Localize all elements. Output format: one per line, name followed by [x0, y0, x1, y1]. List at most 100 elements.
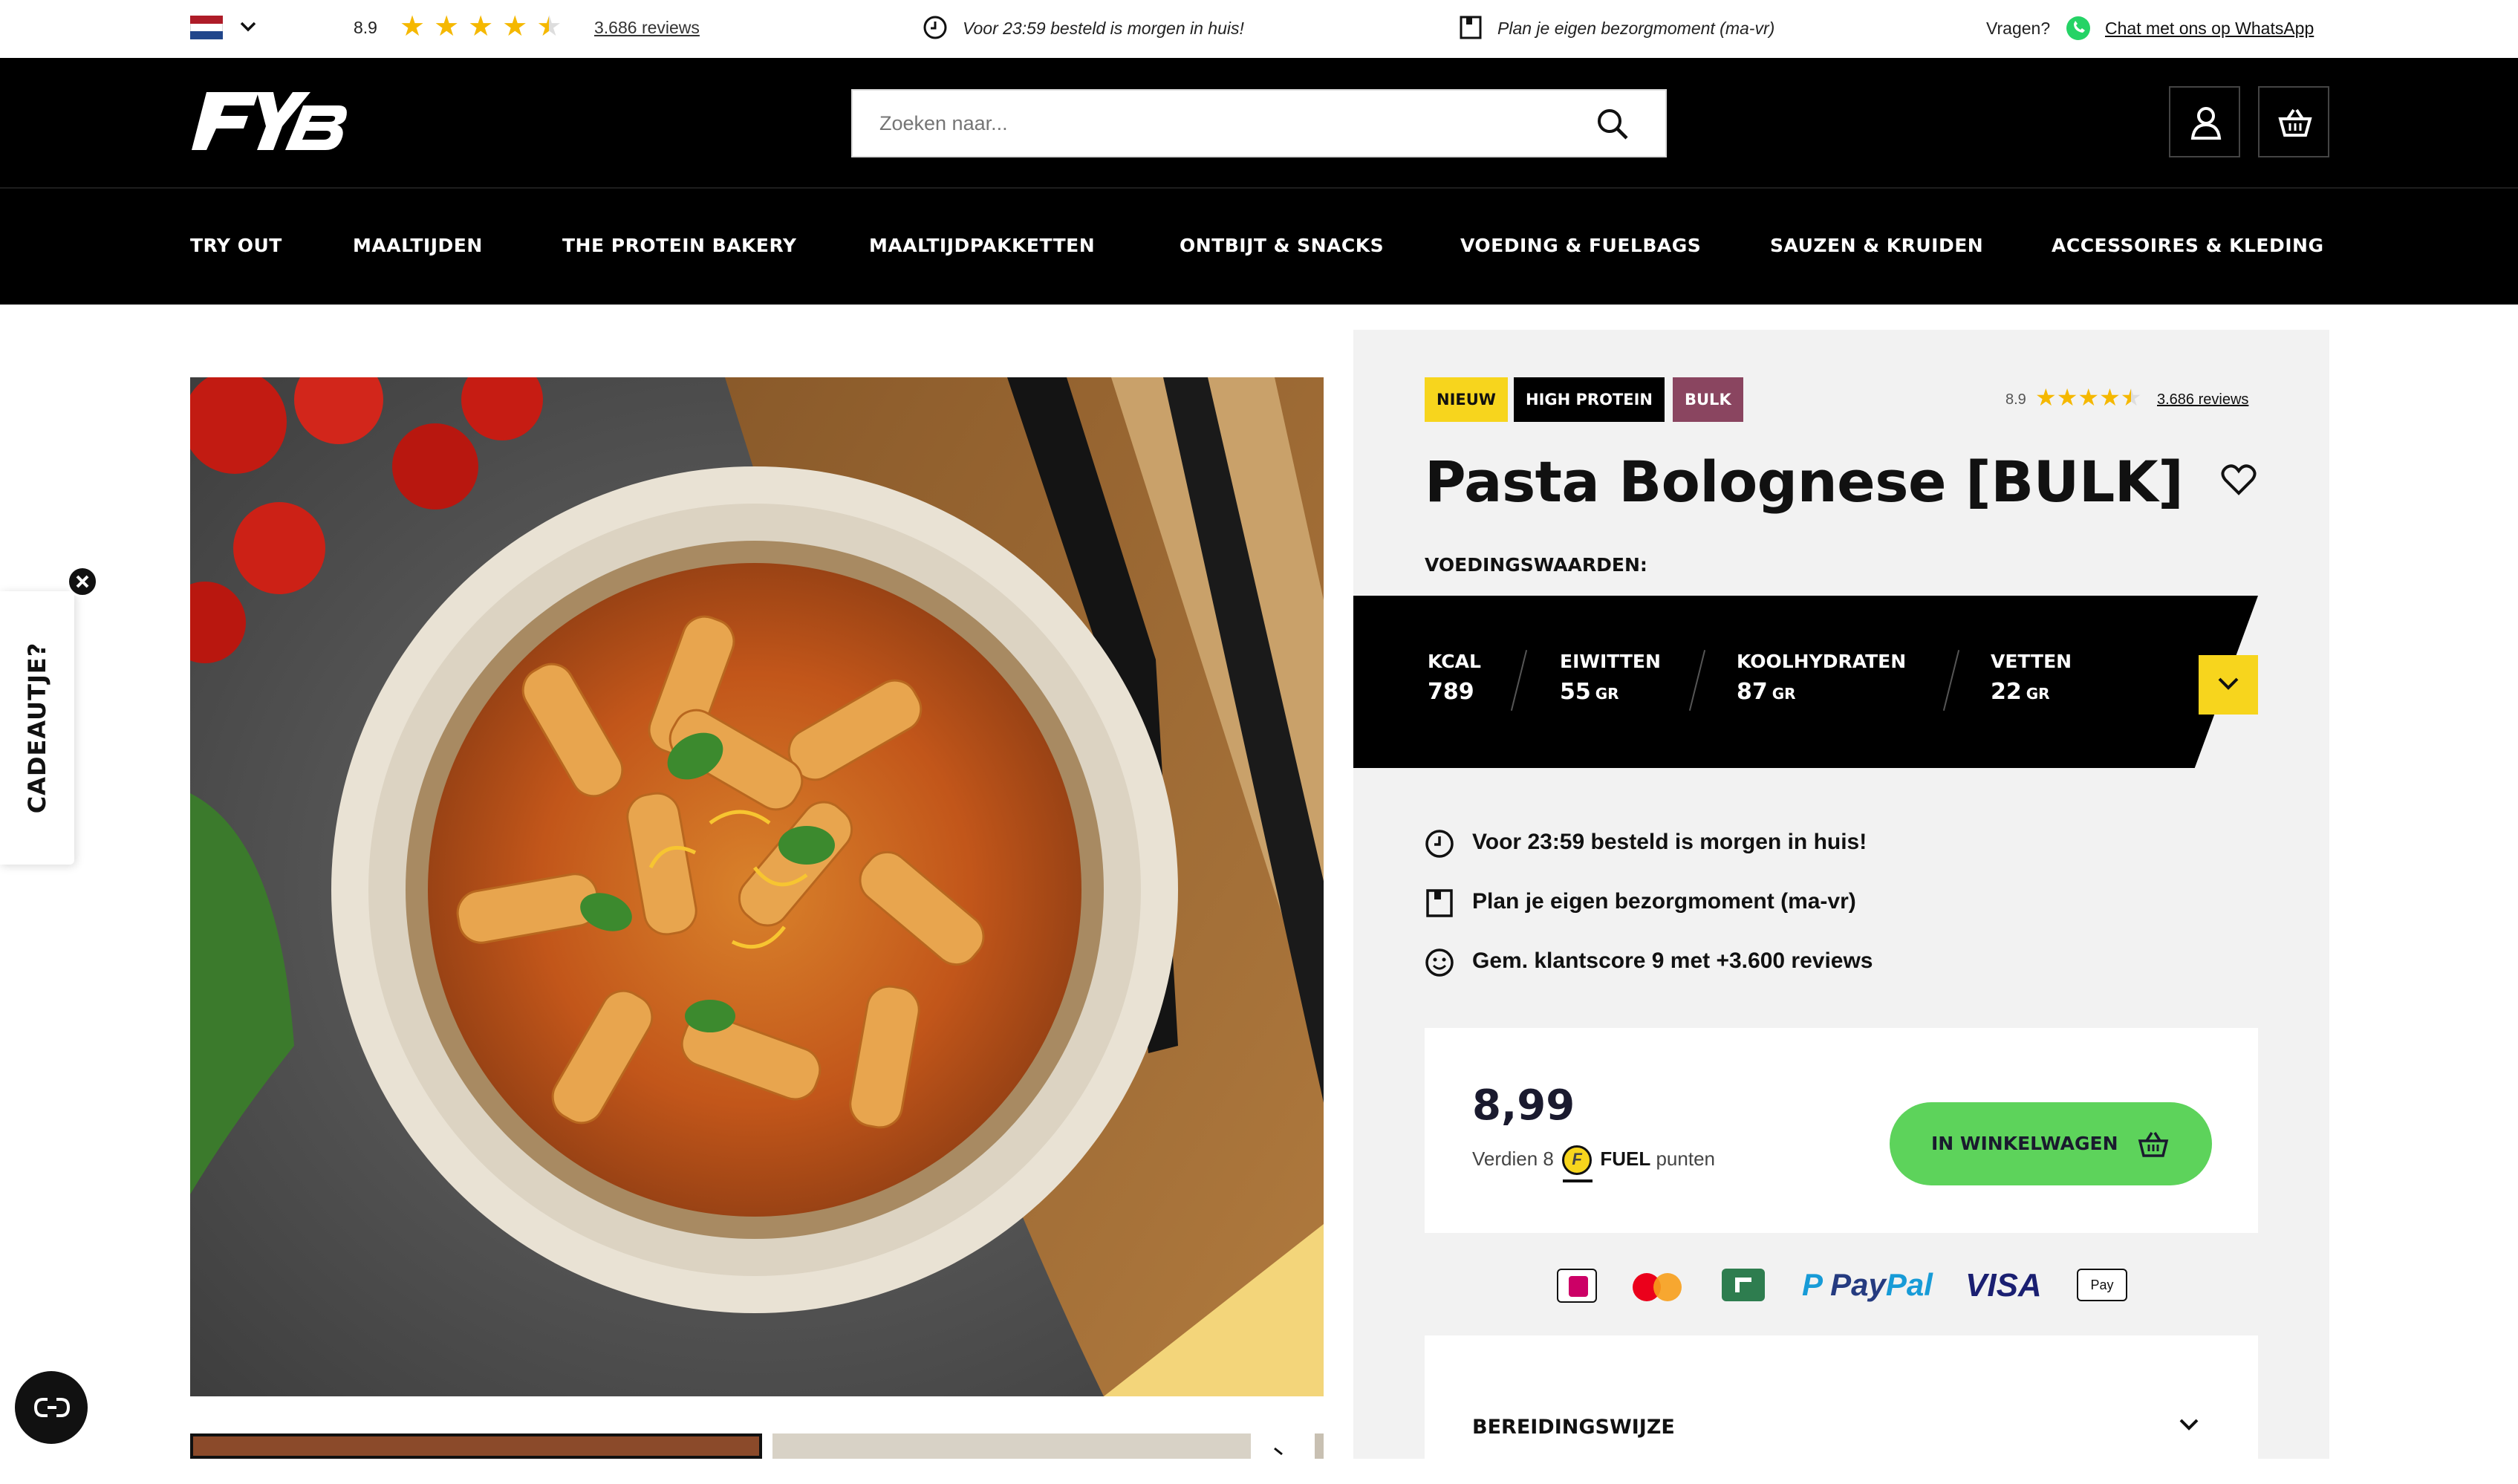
points-prefix: Verdien 8	[1472, 1147, 1554, 1170]
nutrition-expand-button[interactable]	[2199, 655, 2258, 715]
clock-icon	[1425, 830, 1454, 858]
nutrition-heading: VOEDINGSWAARDEN:	[1425, 554, 1647, 576]
nav-item-ontbijt-snacks[interactable]: ONTBIJT & SNACKS	[1180, 235, 1384, 256]
search-icon[interactable]	[1595, 107, 1630, 141]
calendar-icon	[1426, 889, 1453, 917]
chevron-down-icon	[2179, 1419, 2199, 1431]
add-to-cart-label: IN WINKELWAGEN	[1931, 1133, 2118, 1154]
nav-item-maaltijden[interactable]: MAALTIJDEN	[353, 235, 483, 256]
accessibility-button[interactable]	[15, 1371, 88, 1444]
nutrition-strip	[1353, 596, 2258, 768]
gift-side-tab[interactable]: CADEAUTJE?	[0, 591, 74, 865]
gift-tab-label: CADEAUTJE?	[23, 642, 51, 814]
star-icon: ★	[434, 11, 460, 42]
pasta-bolognese-photo	[190, 377, 1324, 1396]
badge-nieuw: NIEUW	[1425, 377, 1508, 422]
topbar-plan-text: Plan je eigen bezorgmoment (ma-vr)	[1497, 19, 1775, 38]
ideal-logo	[1557, 1269, 1597, 1303]
star-icon: ★	[468, 11, 494, 42]
logo-mark	[192, 92, 347, 150]
panel-rating-stars: ★★★★★	[2035, 383, 2141, 411]
paypal-logo: P PayPal	[1802, 1267, 1933, 1302]
rating-stars: ★ ★ ★ ★ ★	[400, 13, 562, 41]
usp-plan: Plan je eigen bezorgmoment (ma-vr)	[1472, 889, 1856, 914]
clock-icon	[923, 16, 947, 39]
usp-reviews: Gem. klantscore 9 met +3.600 reviews	[1472, 948, 1873, 973]
price: 8,99	[1472, 1081, 1575, 1130]
top-info-bar: 8.9 ★ ★ ★ ★ ★ 3.686 reviews Voor 23:59 beste…	[0, 0, 2518, 58]
questions-label: Vragen?	[1986, 19, 2051, 38]
smiley-icon	[1425, 948, 1454, 977]
nav-item-maaltijdpakketten[interactable]: MAALTIJDPAKKETTEN	[869, 235, 1095, 256]
basket-icon	[2138, 1132, 2169, 1157]
calendar-icon	[1460, 16, 1482, 39]
fyb-logo[interactable]	[190, 88, 349, 154]
badge-bulk: BULK	[1673, 377, 1743, 422]
thumbnail-1[interactable]	[190, 1433, 762, 1459]
chevron-right-icon[interactable]	[1272, 1447, 1286, 1459]
price-box: 8,99 Verdien 8 F FUEL punten IN WINKELWA…	[1425, 1028, 2258, 1233]
whatsapp-link[interactable]: Chat met ons op WhatsApp	[2105, 19, 2314, 39]
riverty-logo	[1722, 1269, 1765, 1301]
chevron-down-icon[interactable]	[239, 20, 257, 33]
panel-rating: 8.9	[2005, 391, 2026, 408]
basket-icon	[2278, 108, 2312, 137]
badge-high-protein: HIGH PROTEIN	[1514, 377, 1665, 422]
thumbnail-2[interactable]	[772, 1433, 1251, 1459]
whatsapp-icon[interactable]	[2065, 15, 2092, 42]
half-star-icon: ★	[536, 11, 562, 42]
topbar-delivery-text: Voor 23:59 besteld is morgen in huis!	[963, 19, 1244, 38]
nutrition-label-kcal: KCAL	[1428, 651, 1481, 672]
points-suffix: punten	[1656, 1147, 1715, 1170]
search-bar[interactable]	[851, 89, 1667, 157]
topbar-reviews-link[interactable]: 3.686 reviews	[594, 18, 700, 38]
close-icon[interactable]	[67, 566, 98, 597]
apple-pay-logo: Pay	[2077, 1269, 2127, 1301]
nutrition-label-koolhydraten: KOOLHYDRATEN	[1737, 651, 1907, 672]
nutrition-value-kcal: 789	[1428, 679, 1474, 705]
panel-reviews-link[interactable]: 3.686 reviews	[2157, 391, 2248, 409]
thumbnail-3[interactable]	[1315, 1433, 1324, 1459]
product-image[interactable]	[190, 377, 1324, 1396]
fuel-coin-icon: F	[1562, 1145, 1593, 1175]
nutrition-value-vetten: 22 GR	[1991, 679, 2050, 705]
search-input[interactable]	[879, 108, 1548, 138]
nav-item-sauzen-kruiden[interactable]: SAUZEN & KRUIDEN	[1770, 235, 1983, 256]
netherlands-flag-icon[interactable]	[190, 16, 223, 39]
koolhydraten-unit: GR	[1772, 685, 1796, 703]
product-panel: NIEUW HIGH PROTEIN BULK 8.9 ★★★★★ 3.686 …	[1353, 330, 2329, 1484]
user-icon	[2190, 107, 2222, 140]
fuel-points: Verdien 8 F FUEL punten	[1472, 1145, 1715, 1175]
star-icon: ★	[502, 11, 528, 42]
nutrition-value-koolhydraten: 87 GR	[1737, 679, 1796, 705]
kcal-value: 789	[1428, 679, 1474, 705]
half-star-icon: ★	[2120, 384, 2142, 411]
usp-delivery: Voor 23:59 besteld is morgen in huis!	[1472, 830, 1867, 854]
category-nav: TRY OUT MAALTIJDEN THE PROTEIN BAKERY MA…	[0, 187, 2518, 305]
nav-item-try-out[interactable]: TRY OUT	[190, 235, 282, 256]
eiwitten-value: 55	[1560, 679, 1591, 705]
add-to-cart-button[interactable]: IN WINKELWAGEN	[1890, 1102, 2212, 1185]
heart-icon[interactable]	[2221, 463, 2257, 496]
accordion-label: BEREIDINGSWIJZE	[1472, 1416, 1675, 1439]
nutrition-label-vetten: VETTEN	[1991, 651, 2072, 672]
main-header	[0, 58, 2518, 187]
accordion-preparation[interactable]: BEREIDINGSWIJZE	[1425, 1335, 2258, 1484]
coin-underline	[1563, 1179, 1593, 1182]
nav-item-protein-bakery[interactable]: THE PROTEIN BAKERY	[562, 235, 796, 256]
visa-logo: VISA	[1965, 1267, 2042, 1304]
nav-item-voeding-fuelbags[interactable]: VOEDING & FUELBAGS	[1460, 235, 1701, 256]
nav-item-accessoires-kleding[interactable]: ACCESSOIRES & KLEDING	[2052, 235, 2323, 256]
star-icon: ★★★★	[2035, 384, 2121, 411]
nutrition-value-eiwitten: 55 GR	[1560, 679, 1619, 705]
eiwitten-unit: GR	[1595, 685, 1619, 703]
topbar-rating: 8.9	[354, 18, 377, 37]
cart-button[interactable]	[2258, 86, 2329, 157]
accessibility-icon	[34, 1398, 70, 1417]
points-brand: FUEL	[1600, 1147, 1651, 1170]
koolhydraten-value: 87	[1737, 679, 1768, 705]
star-icon: ★	[400, 11, 426, 42]
account-button[interactable]	[2169, 86, 2240, 157]
chevron-down-icon	[2218, 677, 2239, 690]
nutrition-label-eiwitten: EIWITTEN	[1560, 651, 1661, 672]
